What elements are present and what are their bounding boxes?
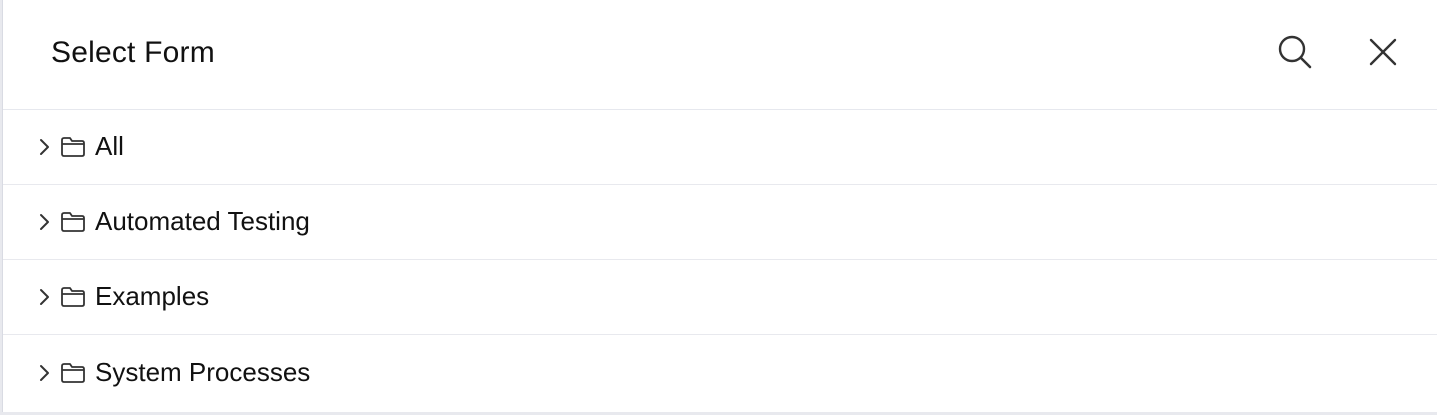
chevron-right-icon[interactable] — [37, 138, 51, 156]
folder-icon — [59, 286, 87, 308]
tree-item-label: All — [95, 130, 124, 161]
search-button[interactable] — [1273, 32, 1317, 76]
tree-item-automated-testing[interactable]: Automated Testing — [3, 185, 1437, 260]
folder-tree: All Automated Testing Examples System Pr… — [3, 110, 1437, 411]
folder-icon — [59, 136, 87, 158]
close-icon — [1368, 37, 1398, 72]
dialog-title: Select Form — [51, 36, 215, 69]
tree-item-label: System Processes — [95, 356, 311, 387]
search-icon — [1276, 33, 1314, 76]
close-button[interactable] — [1361, 32, 1405, 76]
tree-item-label: Examples — [95, 280, 210, 311]
tree-item-label: Automated Testing — [95, 205, 310, 236]
select-form-dialog: Select Form All Automated Testing Exampl… — [2, 0, 1437, 412]
tree-item-examples[interactable]: Examples — [3, 260, 1437, 335]
tree-item-all[interactable]: All — [3, 110, 1437, 185]
chevron-right-icon[interactable] — [37, 364, 51, 382]
dialog-header: Select Form — [3, 0, 1437, 110]
folder-icon — [59, 211, 87, 233]
folder-icon — [59, 362, 87, 384]
chevron-right-icon[interactable] — [37, 288, 51, 306]
chevron-right-icon[interactable] — [37, 213, 51, 231]
tree-item-system-processes[interactable]: System Processes — [3, 335, 1437, 411]
